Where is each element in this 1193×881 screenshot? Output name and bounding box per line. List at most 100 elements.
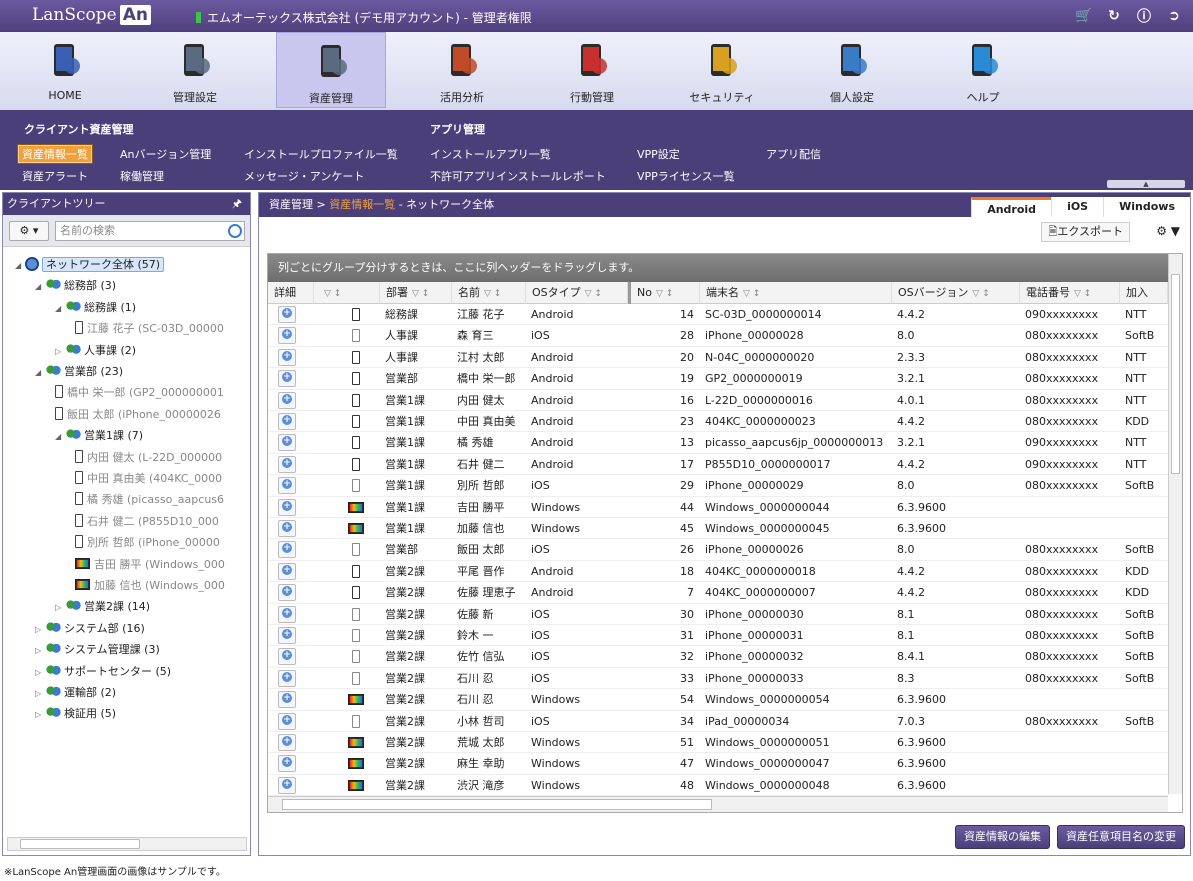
detail-button[interactable] [278, 520, 296, 537]
table-row[interactable]: 営業2課 石川 忍 iOS 33 iPhone_00000033 8.3 080xxxxxx… [268, 668, 1168, 690]
edit-asset-button[interactable]: 資産情報の編集 [955, 825, 1050, 849]
expand-down-icon[interactable]: ◢ [35, 277, 45, 297]
nav-admin-settings[interactable]: 管理設定 [140, 32, 250, 108]
expand-right-icon[interactable]: ▷ [35, 684, 45, 704]
table-row[interactable]: 営業部 飯田 太郎 iOS 26 iPhone_00000026 8.0 080xxxxxx… [268, 539, 1168, 561]
cart-icon[interactable]: 🛒 [1075, 7, 1093, 25]
expand-down-icon[interactable]: ◢ [15, 256, 25, 276]
tree-device[interactable]: 橋中 栄一郎 (GP2_000000001 [55, 383, 224, 403]
nav-usage-analysis[interactable]: 活用分析 [407, 32, 517, 108]
tree-group[interactable]: ▷ 検証用 (5) [35, 704, 116, 724]
column-header-os-type[interactable]: OSタイプ ▽ ↕ [526, 282, 628, 304]
menu-asset-alert[interactable]: 資産アラート [22, 168, 88, 184]
menu-message-survey[interactable]: メッセージ・アンケート [244, 168, 364, 184]
detail-button[interactable] [278, 584, 296, 602]
table-row[interactable]: 営業2課 平尾 晋作 Android 18 404KC_0000000018 4.4.2 0… [268, 561, 1168, 583]
table-row[interactable]: 営業2課 佐藤 新 iOS 30 iPhone_00000030 8.1 080xxxxxx… [268, 604, 1168, 625]
detail-button[interactable] [278, 434, 296, 452]
table-row[interactable]: 営業1課 加藤 信也 Windows 45 Windows_0000000045 6.3.… [268, 518, 1168, 540]
filter-icon[interactable]: ▽ ↕ [1074, 289, 1091, 299]
tree-device[interactable]: 江藤 花子 (SC-03D_00000 [75, 319, 224, 339]
expand-down-icon[interactable]: ◢ [55, 299, 65, 319]
tree-device[interactable]: 飯田 太郎 (iPhone_00000026 [55, 405, 221, 425]
table-row[interactable]: 営業1課 内田 健太 Android 16 L-22D_0000000016 4.0.1 0… [268, 390, 1168, 411]
tree-device[interactable]: 橘 秀雄 (picasso_aapcus6 [75, 490, 224, 510]
tree-device[interactable]: 内田 健太 (L-22D_000000 [75, 448, 222, 468]
menu-operation[interactable]: 稼働管理 [120, 168, 164, 184]
column-header-os-version[interactable]: OSバージョン ▽ ↕ [892, 282, 1020, 304]
column-header-department[interactable]: 部署 ▽ ↕ [380, 282, 452, 304]
filter-icon[interactable]: ▽ ↕ [743, 289, 760, 299]
column-header-device-name[interactable]: 端末名 ▽ ↕ [700, 282, 892, 304]
collapse-menu-handle[interactable]: ▲ [1107, 180, 1185, 188]
grid-vertical-scrollbar[interactable] [1168, 254, 1182, 794]
tree-device[interactable]: 石井 健二 (P855D10_000 [75, 512, 219, 532]
expand-down-icon[interactable]: ◢ [55, 427, 65, 447]
expand-down-icon[interactable]: ◢ [35, 363, 45, 383]
export-button[interactable]: 🗎エクスポート [1041, 222, 1130, 242]
detail-button[interactable] [278, 605, 296, 623]
tab-ios[interactable]: iOS [1051, 197, 1103, 217]
table-row[interactable]: 営業1課 中田 真由美 Android 23 404KC_0000000023 4.4.2… [268, 411, 1168, 433]
filter-icon[interactable]: ▽ ↕ [585, 289, 602, 299]
detail-button[interactable] [278, 348, 296, 366]
table-row[interactable]: 営業1課 吉田 勝平 Windows 44 Windows_0000000044 6.3.… [268, 497, 1168, 518]
tree-group[interactable]: ▷ 運輸部 (2) [35, 683, 116, 703]
group-drop-area[interactable]: 列ごとにグループ分けするときは、ここに列ヘッダーをドラッグします。 [268, 254, 1182, 282]
tree-device[interactable]: 吉田 勝平 (Windows_000 [75, 555, 225, 575]
table-row[interactable]: 営業1課 石井 健二 Android 17 P855D10_0000000017 4.4.… [268, 454, 1168, 476]
info-icon[interactable]: ⓘ [1135, 7, 1153, 25]
table-row[interactable]: 営業1課 橘 秀雄 Android 13 picasso_aapcus6jp_00000… [268, 432, 1168, 454]
menu-install-profile[interactable]: インストールプロファイル一覧 [244, 146, 398, 162]
tab-windows[interactable]: Windows [1103, 197, 1190, 217]
filter-icon[interactable]: ▽ ↕ [656, 289, 673, 299]
table-row[interactable]: 営業2課 鈴木 一 iOS 31 iPhone_00000031 8.1 080xxxxxx… [268, 625, 1168, 647]
menu-vpp-settings[interactable]: VPP設定 [637, 146, 680, 162]
breadcrumb-current[interactable]: 資産情報一覧 [329, 198, 395, 211]
grid-settings-button[interactable]: ⚙ ▼ [1156, 224, 1180, 238]
detail-button[interactable] [278, 455, 296, 473]
expand-right-icon[interactable]: ▷ [55, 342, 65, 362]
column-header-carrier[interactable]: 加入 [1120, 282, 1168, 304]
tree-settings-button[interactable]: ⚙ ▾ [9, 221, 49, 241]
detail-button[interactable] [278, 648, 296, 666]
table-row[interactable]: 営業2課 荒城 太郎 Windows 51 Windows_0000000051 6.3.… [268, 732, 1168, 754]
tree-group[interactable]: ▷ システム部 (16) [35, 619, 145, 639]
table-row[interactable]: 営業部 橋中 栄一郎 Android 19 GP2_0000000019 3.2.1 080… [268, 368, 1168, 390]
tree-group[interactable]: ◢ 営業1課 (7) [55, 426, 143, 446]
expand-right-icon[interactable]: ▷ [55, 598, 65, 618]
detail-button[interactable] [278, 306, 296, 323]
menu-an-version[interactable]: Anバージョン管理 [120, 146, 211, 162]
menu-app-distribution[interactable]: アプリ配信 [766, 146, 821, 162]
tree-device[interactable]: 別所 哲郎 (iPhone_00000 [75, 533, 220, 553]
detail-button[interactable] [278, 734, 296, 751]
rename-custom-fields-button[interactable]: 資産任意項目名の変更 [1057, 825, 1185, 849]
tab-android[interactable]: Android [971, 197, 1052, 217]
table-row[interactable]: 総務課 江藤 花子 Android 14 SC-03D_0000000014 4.4.2 0… [268, 304, 1168, 326]
tree-group[interactable]: ▷ 人事課 (2) [55, 341, 136, 361]
column-header-detail[interactable]: 詳細 [268, 282, 314, 304]
table-row[interactable]: 人事課 江村 太郎 Android 20 N-04C_0000000020 2.3.3 08… [268, 347, 1168, 369]
detail-button[interactable] [278, 391, 296, 409]
menu-asset-list[interactable]: 資産情報一覧 [17, 144, 93, 164]
tree-group[interactable]: ▷ システム管理課 (3) [35, 640, 160, 660]
detail-button[interactable] [278, 477, 296, 495]
tree-group[interactable]: ◢ 総務部 (3) [35, 276, 116, 296]
refresh-icon[interactable]: ↻ [1105, 7, 1123, 25]
filter-icon[interactable]: ▽ ↕ [972, 289, 989, 299]
table-row[interactable]: 営業2課 佐藤 理恵子 Android 7 404KC_0000000007 4.4.2 0… [268, 582, 1168, 604]
expand-right-icon[interactable]: ▷ [35, 620, 45, 640]
detail-button[interactable] [278, 776, 296, 794]
detail-button[interactable] [278, 669, 296, 687]
tree-group[interactable]: ▷ サポートセンター (5) [35, 662, 171, 682]
detail-button[interactable] [278, 327, 296, 345]
column-header-name[interactable]: 名前 ▽ ↕ [452, 282, 526, 304]
expand-right-icon[interactable]: ▷ [35, 705, 45, 725]
table-row[interactable]: 人事課 森 育三 iOS 28 iPhone_00000028 8.0 080xxxxxxx… [268, 325, 1168, 347]
nav-security[interactable]: セキュリティ [667, 32, 777, 108]
breadcrumb-root[interactable]: 資産管理 [269, 198, 313, 211]
tree-group[interactable]: ◢ 営業部 (23) [35, 362, 123, 382]
detail-button[interactable] [278, 562, 296, 580]
table-row[interactable]: 営業2課 小林 哲司 iOS 34 iPad_00000034 7.0.3 080xxxxx… [268, 711, 1168, 732]
table-row[interactable]: 営業2課 麻生 幸助 Windows 47 Windows_0000000047 6.3.… [268, 753, 1168, 775]
